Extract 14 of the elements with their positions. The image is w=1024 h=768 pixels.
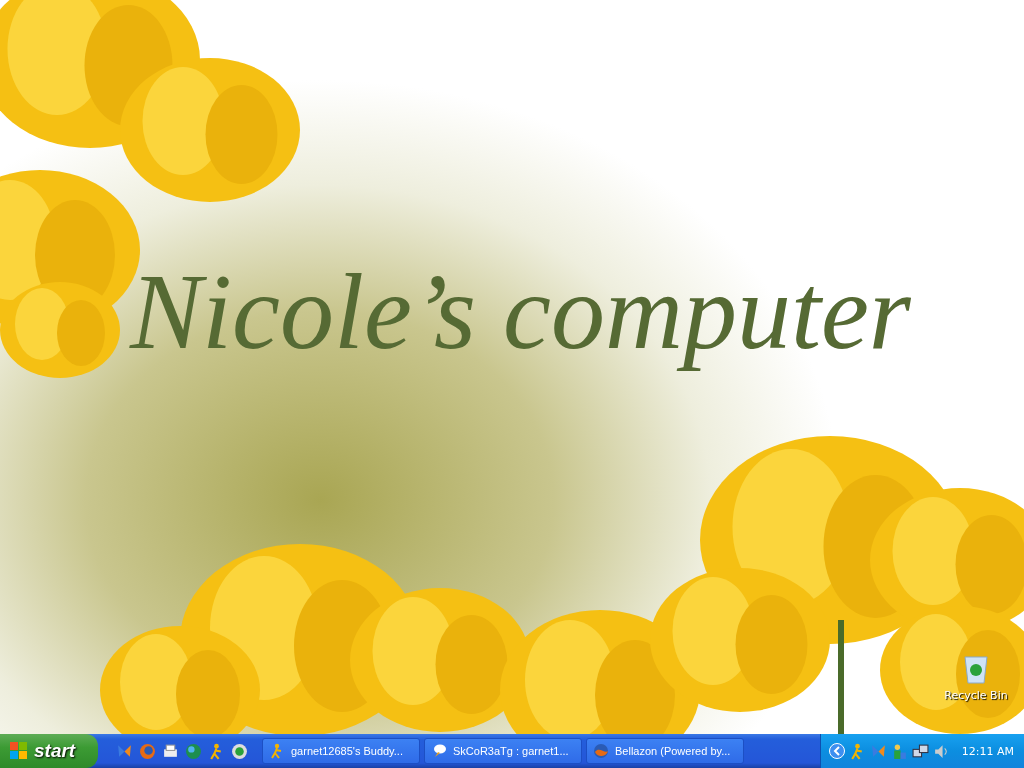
printer-icon[interactable] <box>162 742 179 760</box>
chat-bubble-icon <box>431 743 447 759</box>
taskbar-button[interactable]: SkCoR3aTg : garnet1... <box>424 738 582 764</box>
globe-icon[interactable] <box>185 742 202 760</box>
windows-logo-icon <box>10 742 28 760</box>
clock[interactable]: 12:11 AM <box>961 744 1014 758</box>
icon-label: Recycle Bin <box>944 689 1008 702</box>
chevron-left-icon[interactable] <box>828 743 845 759</box>
wallpaper-title: Nicole’s computer <box>130 251 912 373</box>
taskbar-button[interactable]: garnet12685's Buddy... <box>262 738 420 764</box>
taskbar-button[interactable]: Bellazon (Powered by... <box>586 738 744 764</box>
network-icon[interactable] <box>911 742 929 760</box>
recycle-bin-icon[interactable] <box>961 653 991 685</box>
start-button[interactable]: start <box>0 734 98 768</box>
